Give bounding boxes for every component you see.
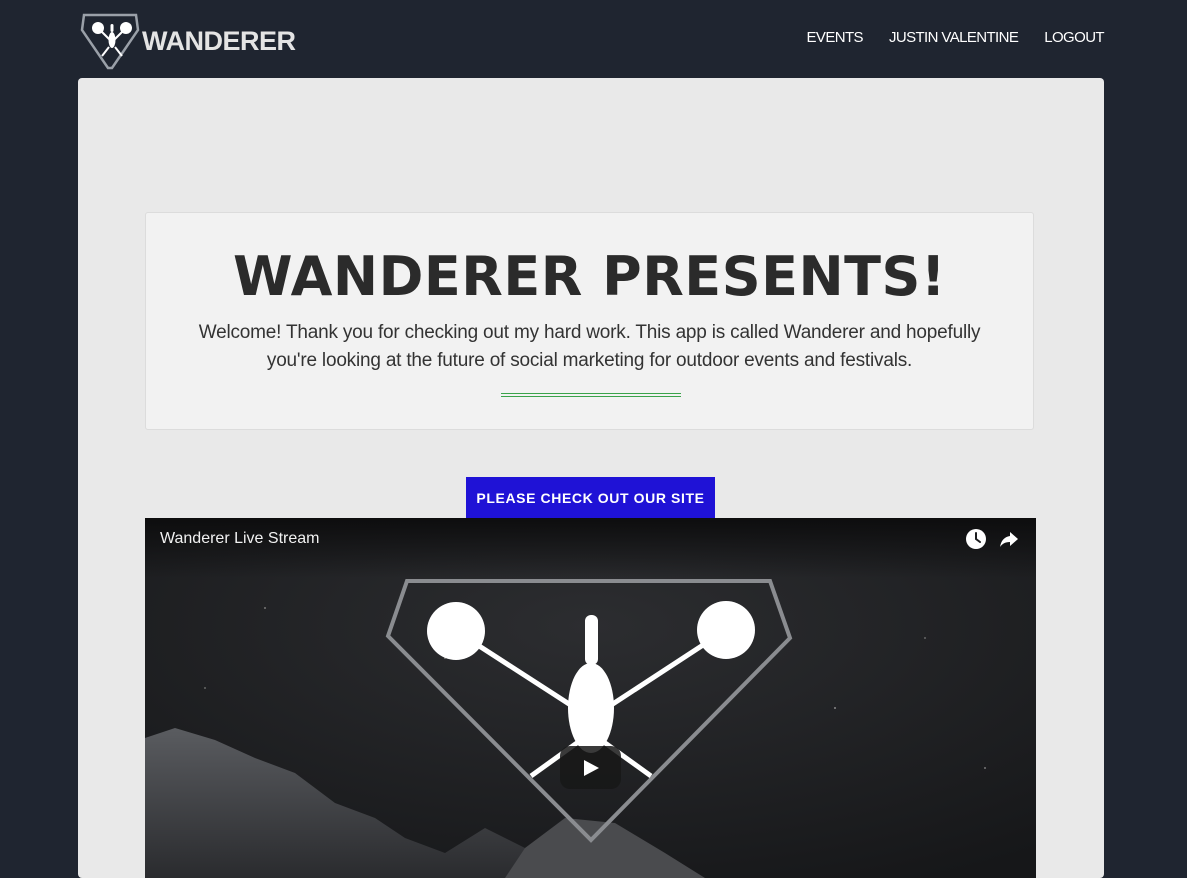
video-title[interactable]: Wanderer Live Stream [160,530,319,548]
brand-name: WANDERER [142,26,296,56]
nav-logout-link[interactable]: LOGOUT [1044,29,1104,46]
main-panel: WANDERER PRESENTS! Welcome! Thank you fo… [78,78,1104,878]
nav-links: EVENTS JUSTIN VALENTINE LOGOUT [807,29,1105,46]
brand-logo-link[interactable]: WANDERER [80,12,296,70]
video-player[interactable]: Wanderer Live Stream [145,518,1036,878]
navbar: WANDERER EVENTS JUSTIN VALENTINE LOGOUT [0,0,1187,78]
green-divider [501,393,681,397]
play-icon [584,760,599,776]
video-top-bar [145,518,1036,578]
wanderer-logo-icon [80,13,140,70]
page-heading: WANDERER PRESENTS! [232,245,947,308]
nav-events-link[interactable]: EVENTS [807,29,864,46]
nav-user-link[interactable]: JUSTIN VALENTINE [889,29,1019,46]
welcome-text: Welcome! Thank you for checking out my h… [198,322,981,371]
check-out-site-button[interactable]: PLEASE CHECK OUT OUR SITE [466,477,715,518]
watch-later-icon[interactable] [965,528,987,550]
play-button[interactable] [560,746,621,789]
jumbotron: WANDERER PRESENTS! Welcome! Thank you fo… [145,212,1034,430]
share-icon[interactable] [998,528,1020,550]
